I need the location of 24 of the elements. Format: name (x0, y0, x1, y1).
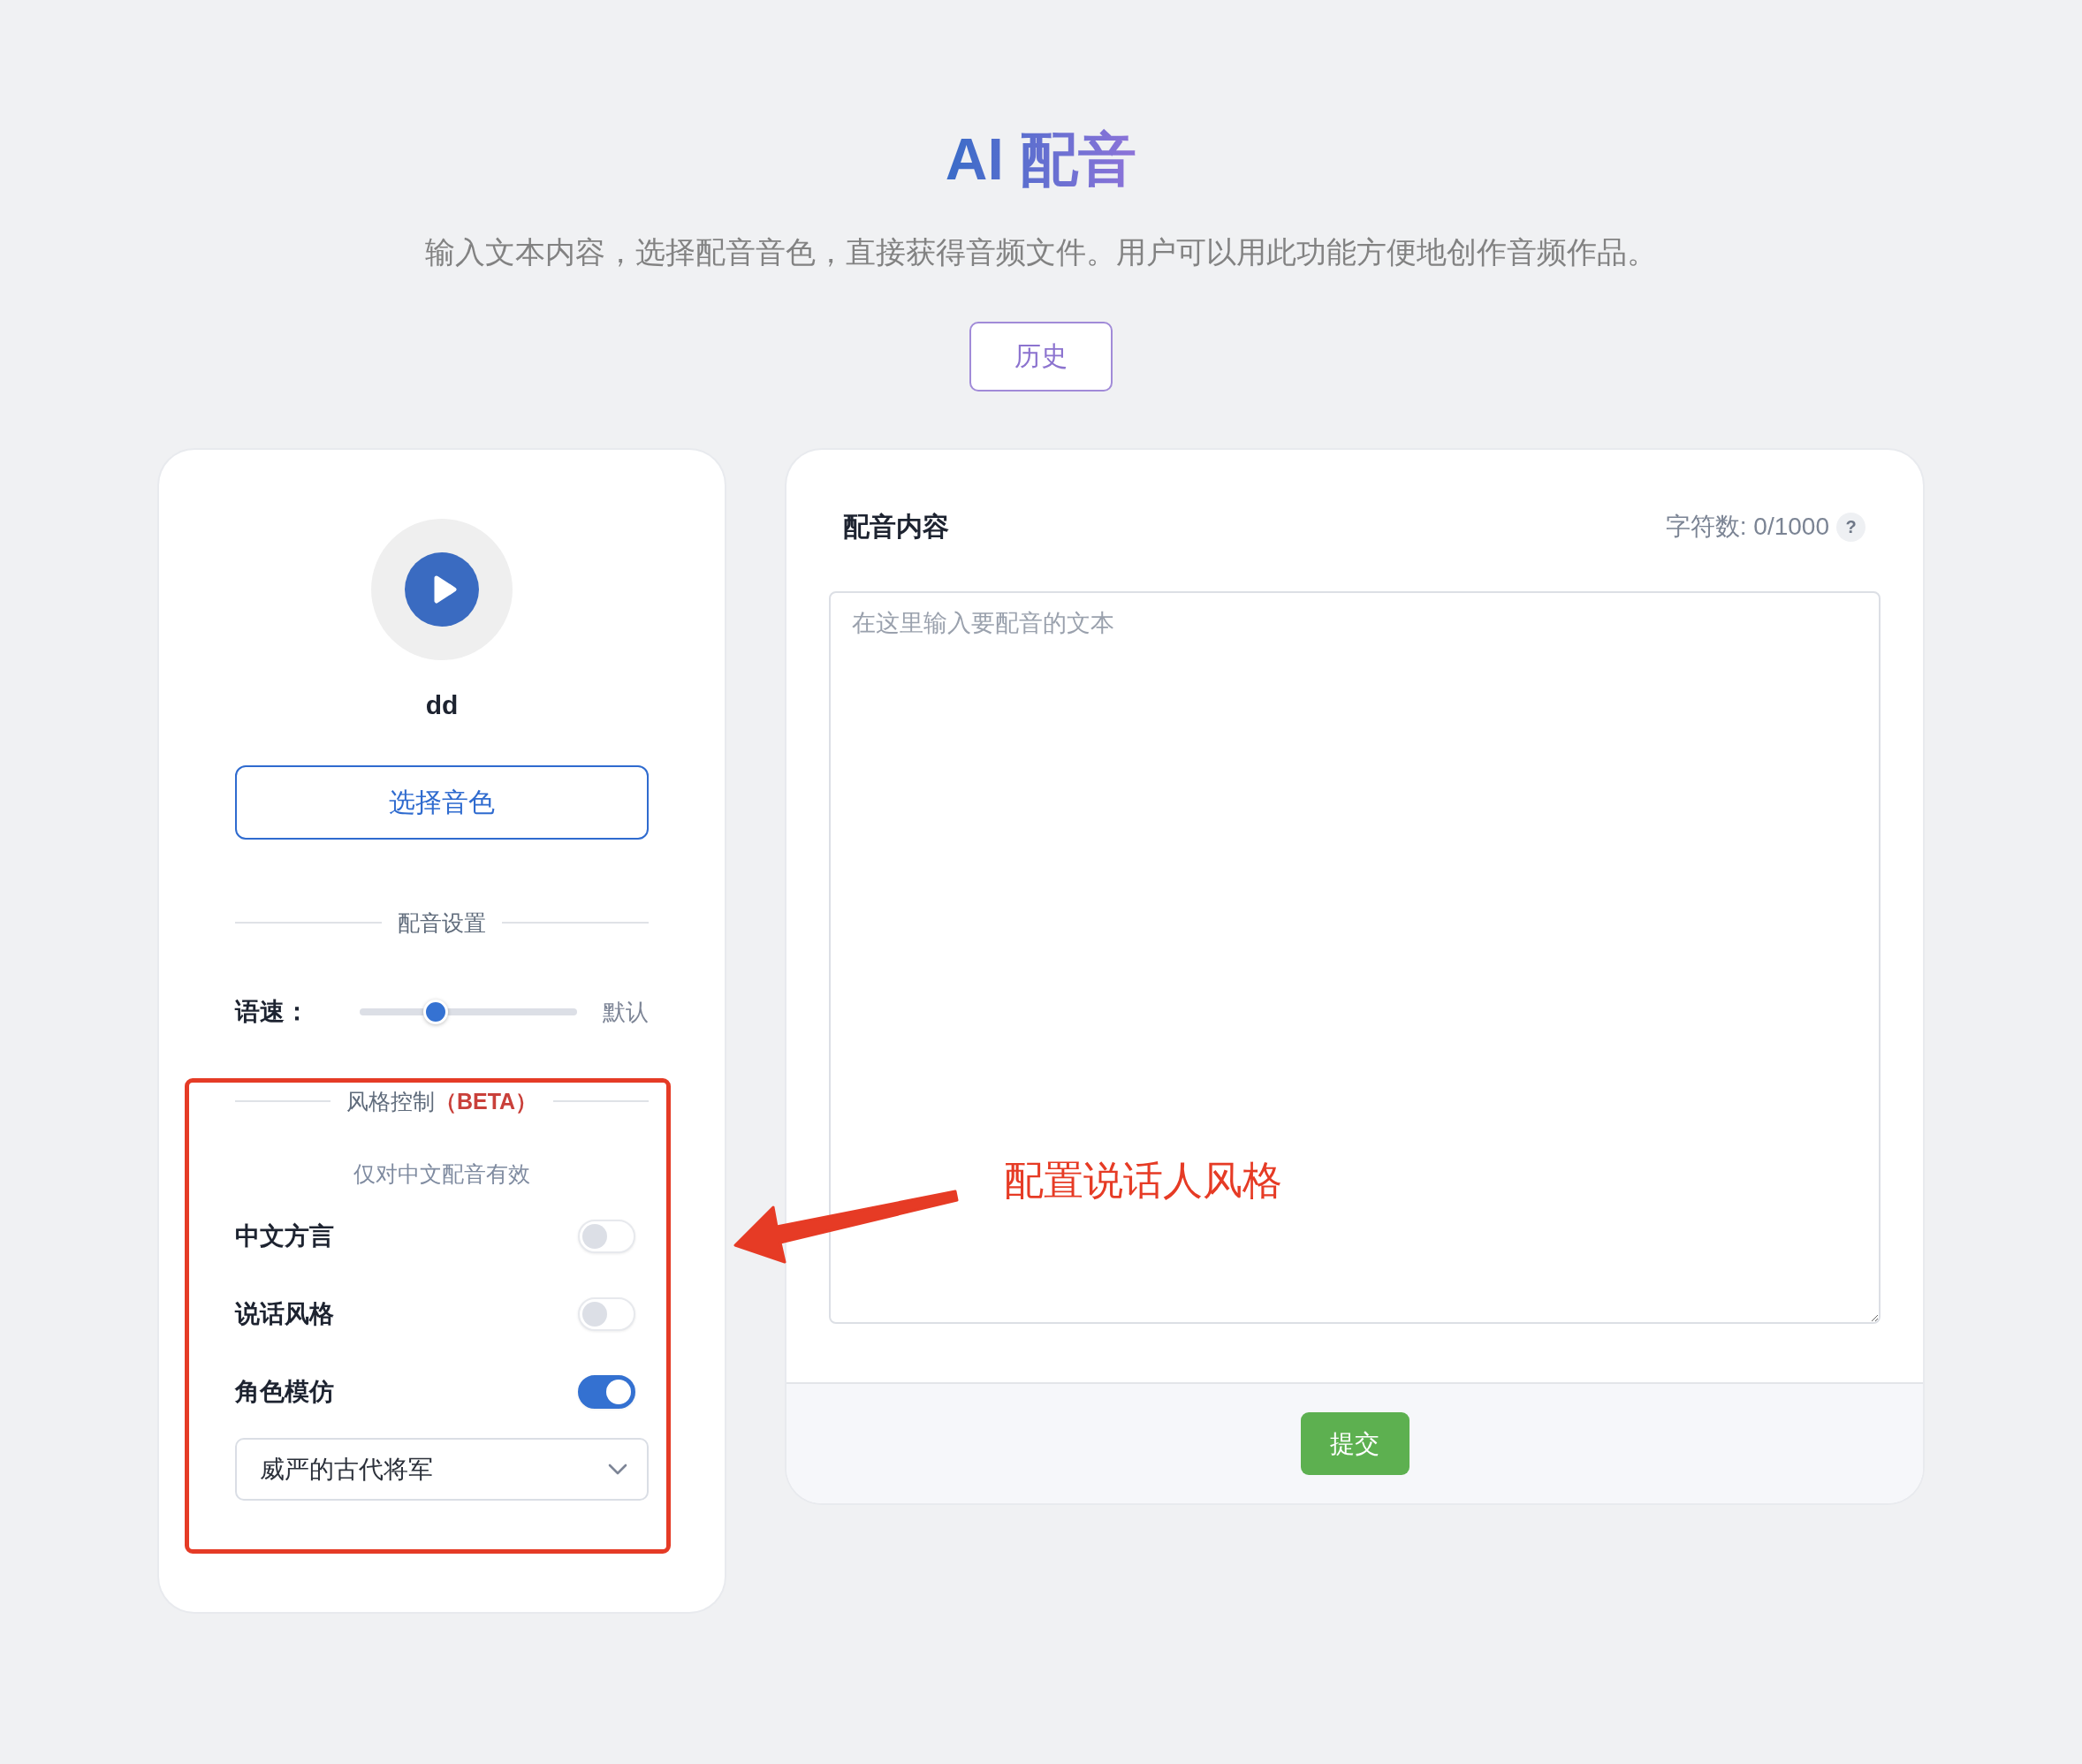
annotation-text: 配置说话人风格 (1004, 1157, 1282, 1205)
submit-button[interactable]: 提交 (1300, 1412, 1410, 1475)
voice-name: dd (425, 689, 459, 721)
beta-tag: （BETA） (434, 1089, 538, 1114)
divider-label: 配音设置 (398, 909, 486, 937)
section-title: 风格控制 (346, 1089, 435, 1114)
speed-value: 默认 (603, 998, 649, 1027)
toggle-label: 说话风格 (235, 1299, 334, 1329)
help-icon[interactable]: ? (1836, 512, 1865, 542)
toggle-label: 角色模仿 (235, 1377, 334, 1407)
toggle-switch[interactable] (578, 1375, 635, 1409)
char-count: 字符数: 0/1000 (1665, 512, 1829, 542)
chevron-down-icon (608, 1464, 627, 1475)
content-title: 配音内容 (843, 511, 949, 543)
speed-slider-thumb[interactable] (423, 1000, 449, 1024)
toggle-label: 中文方言 (235, 1221, 334, 1251)
hint-text: 仅对中文配音有效 (353, 1160, 530, 1188)
history-button[interactable]: 历史 (969, 322, 1113, 392)
speed-slider-track[interactable] (360, 1000, 577, 1024)
role-dropdown[interactable]: 威严的古代将军 (235, 1438, 649, 1501)
page-subtitle: 输入文本内容，选择配音音色，直接获得音频文件。用户可以用此功能方便地创作音频作品。 (425, 234, 1657, 270)
play-button[interactable] (405, 552, 479, 627)
speed-label: 语速： (235, 997, 310, 1027)
select-voice-button[interactable]: 选择音色 (235, 765, 649, 840)
